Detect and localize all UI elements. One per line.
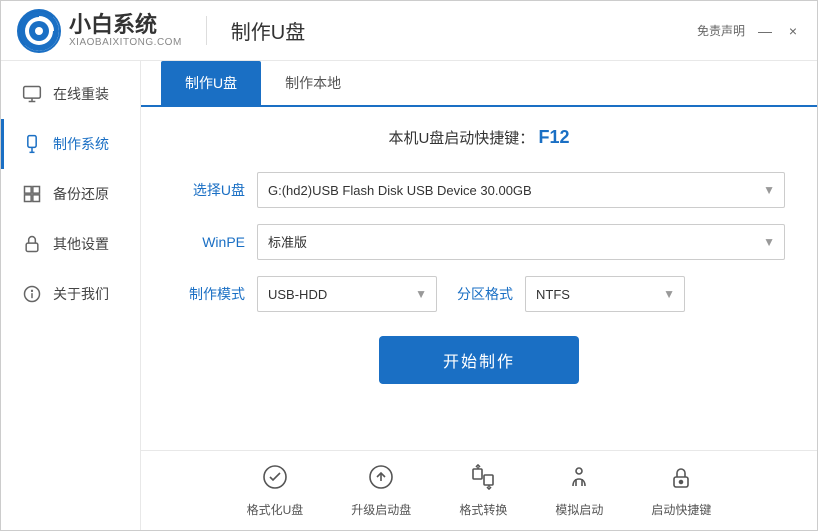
logo-domain: XIAOBAIXITONG.COM: [69, 37, 182, 48]
sidebar-item-online-reinstall[interactable]: 在线重装: [1, 69, 140, 119]
app-logo-icon: [17, 9, 61, 53]
make-mode-select[interactable]: USB-HDD: [257, 276, 437, 312]
app-window: 小白系统 XIAOBAIXITONG.COM 制作U盘 免责声明 — ×: [0, 0, 818, 531]
partition-label: 分区格式: [457, 284, 513, 304]
person-boot-icon: [566, 464, 592, 497]
check-circle-icon: [262, 464, 288, 497]
page-title: 制作U盘: [206, 16, 305, 45]
toolbar-label-format-convert: 格式转换: [459, 501, 507, 518]
toolbar-label-simulate-boot: 模拟启动: [555, 501, 603, 518]
toolbar-item-format-convert[interactable]: 格式转换: [459, 464, 507, 518]
disclaimer-link[interactable]: 免责声明: [697, 22, 745, 39]
title-controls: 免责声明 — ×: [697, 22, 801, 39]
lock-icon: [21, 233, 43, 255]
tab-bar: 制作U盘 制作本地: [141, 61, 817, 107]
content-area: 制作U盘 制作本地 本机U盘启动快捷键： F12 选择U盘 G:(hd2)USB: [141, 61, 817, 530]
toolbar-item-boot-shortcut[interactable]: 启动快捷键: [651, 464, 711, 518]
toolbar-label-upgrade-boot: 升级启动盘: [351, 501, 411, 518]
sidebar-label-other-settings: 其他设置: [53, 234, 109, 254]
sidebar-item-about-us[interactable]: 关于我们: [1, 269, 140, 319]
winpe-label: WinPE: [173, 234, 245, 250]
bottom-toolbar: 格式化U盘 升级启动盘: [141, 450, 817, 530]
logo-area: 小白系统 XIAOBAIXITONG.COM: [17, 9, 182, 53]
logo-text: 小白系统 XIAOBAIXITONG.COM: [69, 13, 182, 48]
udisk-select-wrap: G:(hd2)USB Flash Disk USB Device 30.00GB…: [257, 172, 785, 208]
tab-make-local[interactable]: 制作本地: [261, 61, 365, 105]
winpe-select-wrap: 标准版 ▼: [257, 224, 785, 260]
info-icon: [21, 283, 43, 305]
close-button[interactable]: ×: [785, 23, 801, 39]
lock-key-icon: [668, 464, 694, 497]
sidebar-label-online-reinstall: 在线重装: [53, 84, 109, 104]
udisk-select-row: 选择U盘 G:(hd2)USB Flash Disk USB Device 30…: [173, 172, 785, 208]
upload-circle-icon: [368, 464, 394, 497]
sidebar-item-other-settings[interactable]: 其他设置: [1, 219, 140, 269]
usb-icon: [21, 133, 43, 155]
grid-icon: [21, 183, 43, 205]
transfer-icon: [470, 464, 496, 497]
start-button-wrap: 开始制作: [173, 336, 785, 384]
toolbar-label-format-udisk: 格式化U盘: [247, 501, 304, 518]
sidebar-label-about-us: 关于我们: [53, 284, 109, 304]
main-content: 在线重装 制作系统: [1, 61, 817, 530]
toolbar-item-upgrade-boot[interactable]: 升级启动盘: [351, 464, 411, 518]
toolbar-label-boot-shortcut: 启动快捷键: [651, 501, 711, 518]
start-button[interactable]: 开始制作: [379, 336, 579, 384]
partition-select[interactable]: NTFS: [525, 276, 685, 312]
toolbar-item-simulate-boot[interactable]: 模拟启动: [555, 464, 603, 518]
title-bar: 小白系统 XIAOBAIXITONG.COM 制作U盘 免责声明 — ×: [1, 1, 817, 61]
winpe-row: WinPE 标准版 ▼: [173, 224, 785, 260]
partition-select-wrap: NTFS ▼: [525, 276, 685, 312]
udisk-select[interactable]: G:(hd2)USB Flash Disk USB Device 30.00GB: [257, 172, 785, 208]
hotkey-hint: 本机U盘启动快捷键： F12: [173, 123, 785, 156]
winpe-select[interactable]: 标准版: [257, 224, 785, 260]
sidebar: 在线重装 制作系统: [1, 61, 141, 530]
sidebar-label-backup-restore: 备份还原: [53, 184, 109, 204]
sidebar-item-backup-restore[interactable]: 备份还原: [1, 169, 140, 219]
udisk-label: 选择U盘: [173, 180, 245, 200]
monitor-icon: [21, 83, 43, 105]
hotkey-value: F12: [538, 127, 569, 147]
toolbar-item-format-udisk[interactable]: 格式化U盘: [247, 464, 304, 518]
tab-make-udisk[interactable]: 制作U盘: [161, 61, 261, 105]
form-area: 本机U盘启动快捷键： F12 选择U盘 G:(hd2)USB Flash Dis…: [141, 107, 817, 450]
mode-format-row: 制作模式 USB-HDD ▼ 分区格式 NTFS ▼: [173, 276, 785, 312]
sidebar-item-make-system[interactable]: 制作系统: [1, 119, 140, 169]
minimize-button[interactable]: —: [757, 23, 773, 39]
sidebar-label-make-system: 制作系统: [53, 134, 109, 154]
logo-name: 小白系统: [69, 13, 182, 37]
make-mode-select-wrap: USB-HDD ▼: [257, 276, 437, 312]
make-mode-label: 制作模式: [173, 284, 245, 304]
